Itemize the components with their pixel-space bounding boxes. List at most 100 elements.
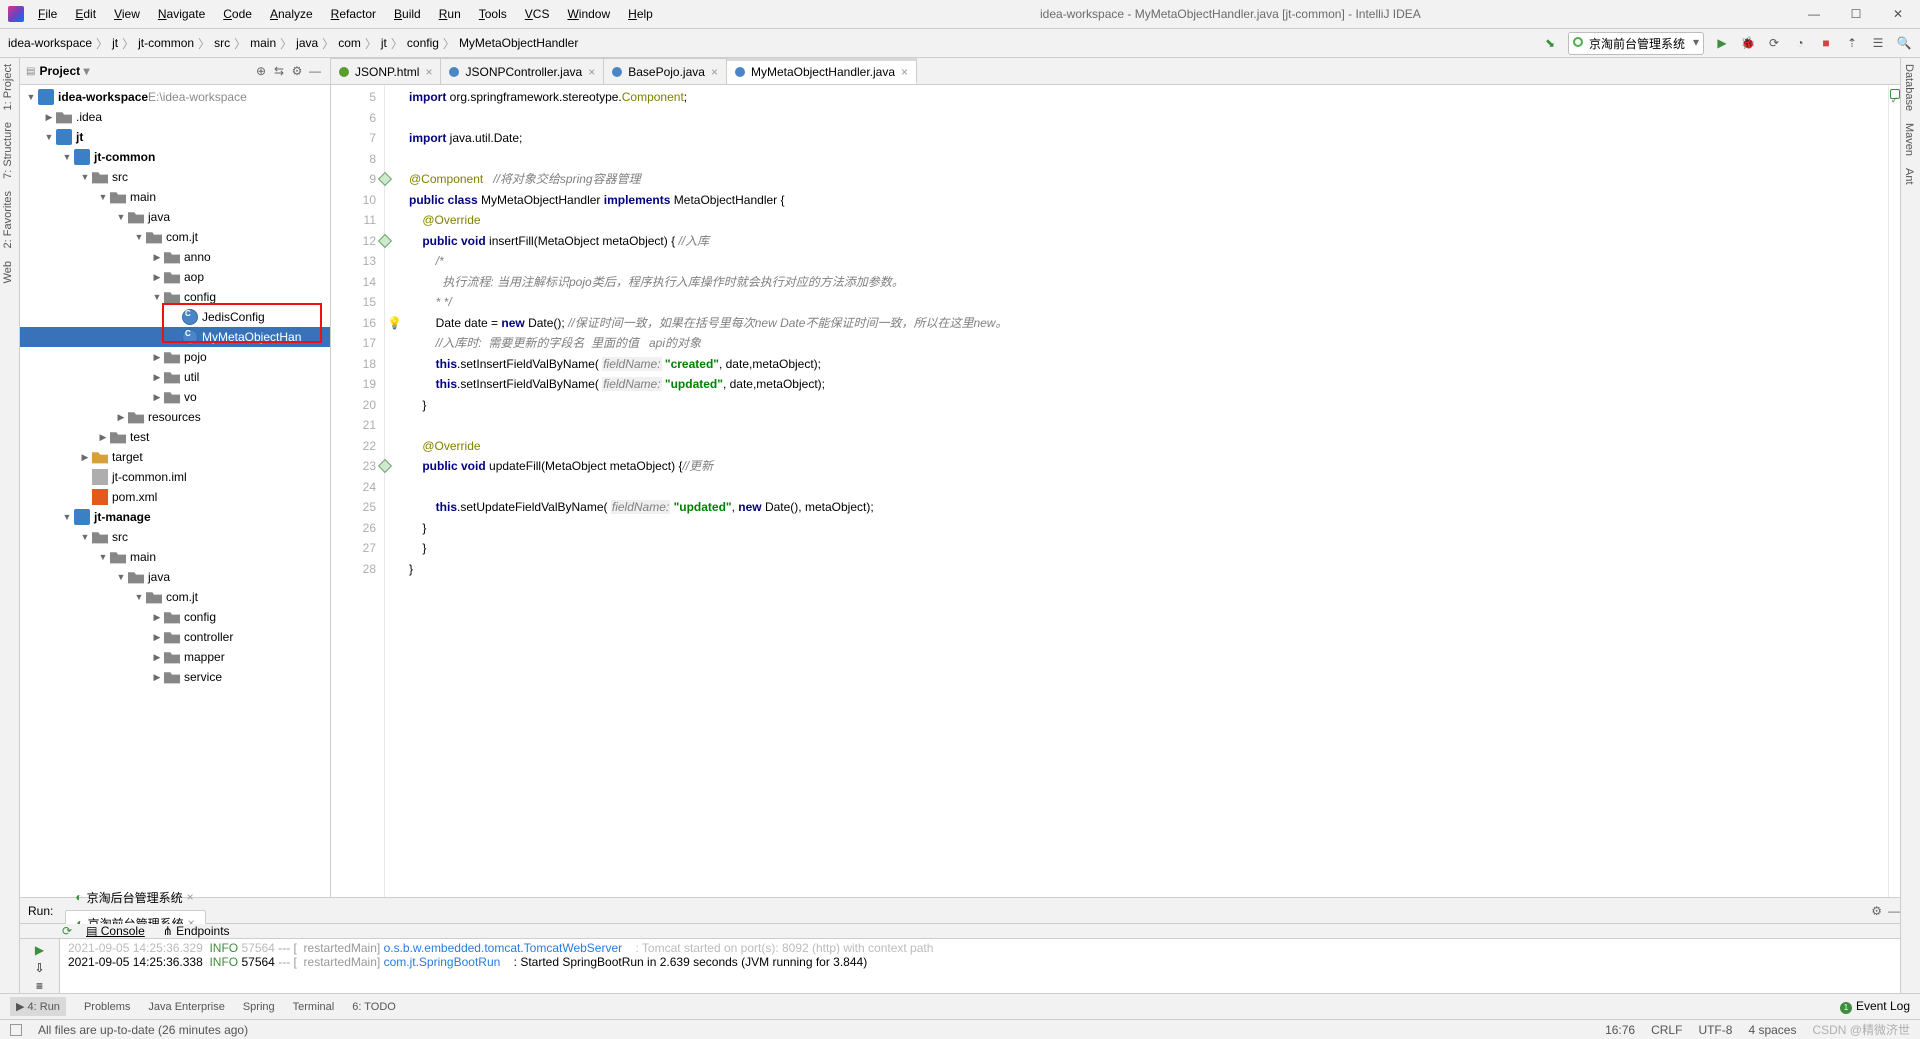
fold-24[interactable] <box>385 475 402 496</box>
status-toggle-icon[interactable] <box>10 1024 22 1036</box>
crumb-src[interactable]: src <box>214 36 230 50</box>
tree-item-config[interactable]: ▶config <box>20 607 330 627</box>
project-tree[interactable]: ▼idea-workspace E:\idea-workspace▶.idea▼… <box>20 85 330 687</box>
crumb-com[interactable]: com <box>338 36 361 50</box>
menu-run[interactable]: Run <box>431 3 469 25</box>
locate-icon[interactable]: ⊕ <box>252 64 270 78</box>
code-line-17[interactable]: //入库时: 需要更新的字段名 里面的值 api的对象 <box>409 333 1888 354</box>
left-tab-1-Project[interactable]: 1: Project <box>0 58 16 116</box>
gutter-line-6[interactable]: 6 <box>331 108 376 129</box>
fold-25[interactable] <box>385 495 402 516</box>
tab-close-icon[interactable]: × <box>588 65 595 79</box>
status-eol[interactable]: CRLF <box>1651 1023 1682 1037</box>
run-settings-icon[interactable]: ⚙ <box>1871 904 1882 918</box>
fold-11[interactable] <box>385 208 402 229</box>
gutter-line-27[interactable]: 27 <box>331 538 376 559</box>
expand-icon[interactable]: ⇆ <box>270 64 288 78</box>
run-tab-京淘后台管理系统[interactable]: ◐京淘后台管理系统 × <box>65 885 205 910</box>
editor-tab-JSONPController.java[interactable]: JSONPController.java× <box>441 58 604 84</box>
breadcrumb[interactable]: idea-workspace〉jt〉jt-common〉src〉main〉jav… <box>8 35 1542 52</box>
menu-help[interactable]: Help <box>620 3 661 25</box>
code-line-13[interactable]: /* <box>409 251 1888 272</box>
bottom-tab-Java-Enterprise[interactable]: Java Enterprise <box>148 997 224 1016</box>
menu-view[interactable]: View <box>106 3 148 25</box>
code-line-26[interactable]: } <box>409 518 1888 539</box>
tree-item-target[interactable]: ▶target <box>20 447 330 467</box>
code-line-25[interactable]: this.setUpdateFieldValByName( fieldName:… <box>409 497 1888 518</box>
bottom-tab-4-Run[interactable]: ▶ 4: Run <box>10 997 66 1016</box>
menu-window[interactable]: Window <box>559 3 618 25</box>
menu-file[interactable]: File <box>30 3 65 25</box>
fold-18[interactable] <box>385 352 402 373</box>
left-tab-7-Structure[interactable]: 7: Structure <box>0 116 16 185</box>
gutter-line-17[interactable]: 17 <box>331 333 376 354</box>
right-tab-Database[interactable]: Database <box>1901 58 1917 117</box>
log-line-1[interactable]: 2021-09-05 14:25:36.338 INFO 57564 --- [… <box>68 955 1892 969</box>
crumb-config[interactable]: config <box>407 36 439 50</box>
code-line-6[interactable] <box>409 108 1888 129</box>
fold-14[interactable] <box>385 270 402 291</box>
code-line-5[interactable]: import org.springframework.stereotype.Co… <box>409 87 1888 108</box>
tree-item-com.jt[interactable]: ▼com.jt <box>20 227 330 247</box>
tree-item-java[interactable]: ▼java <box>20 567 330 587</box>
bottom-tab-Problems[interactable]: Problems <box>84 997 130 1016</box>
gutter-line-26[interactable]: 26 <box>331 518 376 539</box>
fold-column[interactable] <box>385 85 403 897</box>
coverage-icon[interactable]: ⟳ <box>1766 35 1782 51</box>
run-tool-window[interactable]: Run: ◐京淘后台管理系统 ×◐京淘前台管理系统 × ⚙ — ⟳ ▤ Cons… <box>20 897 1900 993</box>
gutter-line-10[interactable]: 10 <box>331 190 376 211</box>
tree-item-resources[interactable]: ▶resources <box>20 407 330 427</box>
log-line-0[interactable]: 2021-09-05 14:25:36.329 INFO 57564 --- [… <box>68 941 1892 955</box>
fold-22[interactable] <box>385 434 402 455</box>
tree-item-mapper[interactable]: ▶mapper <box>20 647 330 667</box>
tree-item-pojo[interactable]: ▶pojo <box>20 347 330 367</box>
tree-root[interactable]: ▼idea-workspace E:\idea-workspace <box>20 87 330 107</box>
bottom-tab-6-TODO[interactable]: 6: TODO <box>352 997 396 1016</box>
tab-close-icon[interactable]: × <box>425 65 432 79</box>
build-icon[interactable]: ⬊ <box>1542 35 1558 51</box>
fold-17[interactable] <box>385 331 402 352</box>
gutter-line-9[interactable]: 9 <box>331 169 376 190</box>
code-line-15[interactable]: * */ <box>409 292 1888 313</box>
code-line-19[interactable]: this.setInsertFieldValByName( fieldName:… <box>409 374 1888 395</box>
hide-icon[interactable]: — <box>306 64 324 78</box>
project-tool-window[interactable]: ▤ Project ⊕ ⇆ ⚙ — ▼idea-workspace E:\ide… <box>20 58 331 897</box>
maximize-button[interactable]: ☐ <box>1842 7 1870 21</box>
tree-item-service[interactable]: ▶service <box>20 667 330 687</box>
run-more-icon[interactable]: ≡ <box>36 979 43 993</box>
fold-8[interactable] <box>385 147 402 168</box>
stop-icon[interactable]: ■ <box>1818 35 1834 51</box>
code-line-9[interactable]: @Component //将对象交给spring容器管理 <box>409 169 1888 190</box>
crumb-idea-workspace[interactable]: idea-workspace <box>8 36 92 50</box>
code-area[interactable]: import org.springframework.stereotype.Co… <box>403 85 1888 897</box>
gutter-line-20[interactable]: 20 <box>331 395 376 416</box>
tree-item-src[interactable]: ▼src <box>20 527 330 547</box>
fold-15[interactable] <box>385 290 402 311</box>
gutter-line-16[interactable]: 16 <box>331 313 376 334</box>
run-hide-icon[interactable]: — <box>1888 904 1900 918</box>
crumb-main[interactable]: main <box>250 36 276 50</box>
left-tab-2-Favorites[interactable]: 2: Favorites <box>0 185 16 254</box>
gutter-line-12[interactable]: 12 <box>331 231 376 252</box>
editor-tabs[interactable]: JSONP.html×JSONPController.java×BasePojo… <box>331 58 1900 85</box>
tree-item-jt[interactable]: ▼jt <box>20 127 330 147</box>
tab-close-icon[interactable]: × <box>901 65 908 79</box>
code-line-22[interactable]: @Override <box>409 436 1888 457</box>
bottom-tab-Terminal[interactable]: Terminal <box>293 997 335 1016</box>
run-output[interactable]: 2021-09-05 14:25:36.329 INFO 57564 --- [… <box>60 939 1900 993</box>
gear-icon[interactable]: ⚙ <box>288 64 306 78</box>
tree-item-controller[interactable]: ▶controller <box>20 627 330 647</box>
fold-19[interactable] <box>385 372 402 393</box>
fold-28[interactable] <box>385 557 402 578</box>
menu-analyze[interactable]: Analyze <box>262 3 321 25</box>
left-tab-Web[interactable]: Web <box>0 255 16 289</box>
fold-5[interactable] <box>385 85 402 106</box>
fold-26[interactable] <box>385 516 402 537</box>
gutter-line-18[interactable]: 18 <box>331 354 376 375</box>
crumb-MyMetaObjectHandler[interactable]: MyMetaObjectHandler <box>459 36 578 50</box>
intention-bulb-icon[interactable]: 💡 <box>387 313 402 334</box>
gutter-line-14[interactable]: 14 <box>331 272 376 293</box>
fold-13[interactable] <box>385 249 402 270</box>
tree-item-src[interactable]: ▼src <box>20 167 330 187</box>
right-tab-Ant[interactable]: Ant <box>1901 162 1917 191</box>
